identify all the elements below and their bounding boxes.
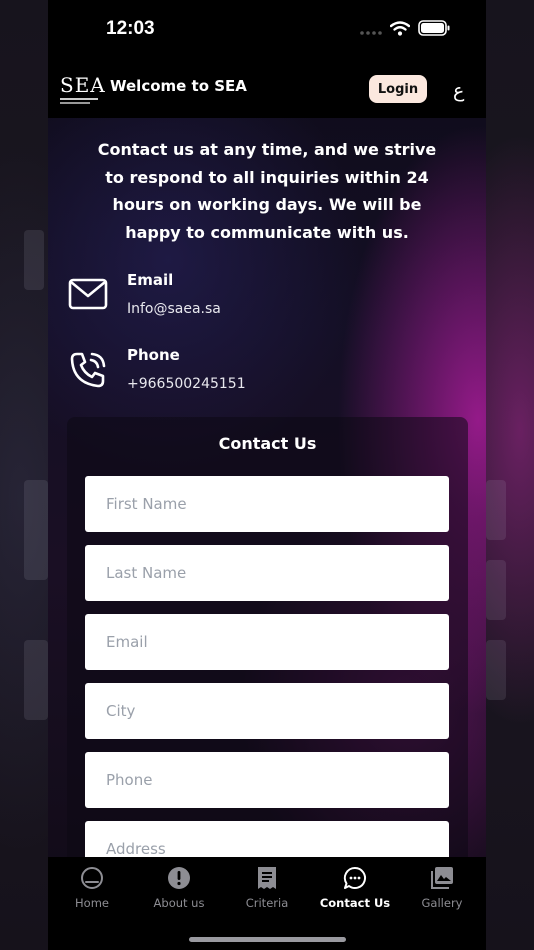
- email-field[interactable]: [85, 614, 449, 670]
- background-blur-shape: [24, 480, 48, 580]
- tab-gallery-label: Gallery: [421, 896, 463, 910]
- signal-icon: [360, 21, 382, 40]
- app-header: SEA Welcome to SEA Login ع: [48, 62, 486, 118]
- envelope-icon: [68, 277, 108, 315]
- tab-contact-us[interactable]: Contact Us: [311, 865, 399, 913]
- city-field[interactable]: [85, 683, 449, 739]
- logo-underline: [60, 102, 90, 104]
- logo-underline: [60, 98, 98, 100]
- phone-field[interactable]: [85, 752, 449, 808]
- email-value: Info@saea.sa: [127, 301, 221, 317]
- tab-contact-us-label: Contact Us: [319, 896, 391, 910]
- header-title: Welcome to SEA: [110, 77, 247, 95]
- email-contact[interactable]: Email Info@saea.sa: [68, 271, 448, 327]
- tab-gallery[interactable]: Gallery: [398, 865, 486, 913]
- status-icons: [360, 20, 450, 40]
- login-button[interactable]: Login: [369, 75, 427, 103]
- contact-form-title: Contact Us: [218, 434, 317, 453]
- tab-criteria[interactable]: Criteria: [223, 865, 311, 913]
- home-indicator[interactable]: [189, 937, 346, 942]
- tab-about-us[interactable]: About us: [135, 865, 223, 913]
- phone-value: +966500245151: [127, 376, 246, 392]
- phone-label: Phone: [127, 346, 180, 364]
- background-blur-shape: [486, 640, 506, 700]
- logo-text: SEA: [60, 73, 106, 97]
- phone-icon: [68, 350, 108, 394]
- tab-home-label: Home: [75, 896, 109, 910]
- info-icon: [135, 865, 223, 891]
- background-blur-shape: [24, 640, 48, 720]
- tab-about-us-label: About us: [153, 896, 205, 910]
- first-name-field[interactable]: [85, 476, 449, 532]
- battery-icon: [418, 20, 450, 40]
- language-toggle[interactable]: ع: [453, 80, 464, 102]
- receipt-icon: [223, 865, 311, 891]
- background-blur-shape: [24, 230, 44, 290]
- sea-logo: SEA: [60, 73, 106, 106]
- gallery-icon: [398, 865, 486, 891]
- background-blur-shape: [486, 560, 506, 620]
- contact-form-card: Contact Us: [67, 417, 468, 897]
- last-name-field[interactable]: [85, 545, 449, 601]
- email-label: Email: [127, 271, 174, 289]
- status-bar: 12:03: [48, 0, 486, 62]
- app-screen: 12:03 SEA Welcome to SEA Login ع Contact…: [48, 0, 486, 950]
- phone-contact[interactable]: Phone +966500245151: [68, 346, 448, 402]
- tab-criteria-label: Criteria: [245, 896, 289, 910]
- tab-home[interactable]: Home: [48, 865, 136, 913]
- status-time: 12:03: [106, 18, 155, 39]
- home-icon: [48, 865, 136, 891]
- contact-intro-text: Contact us at any time, and we strive to…: [97, 140, 437, 242]
- wifi-icon: [389, 20, 411, 40]
- chat-icon: [311, 865, 399, 891]
- background-blur-shape: [486, 480, 506, 540]
